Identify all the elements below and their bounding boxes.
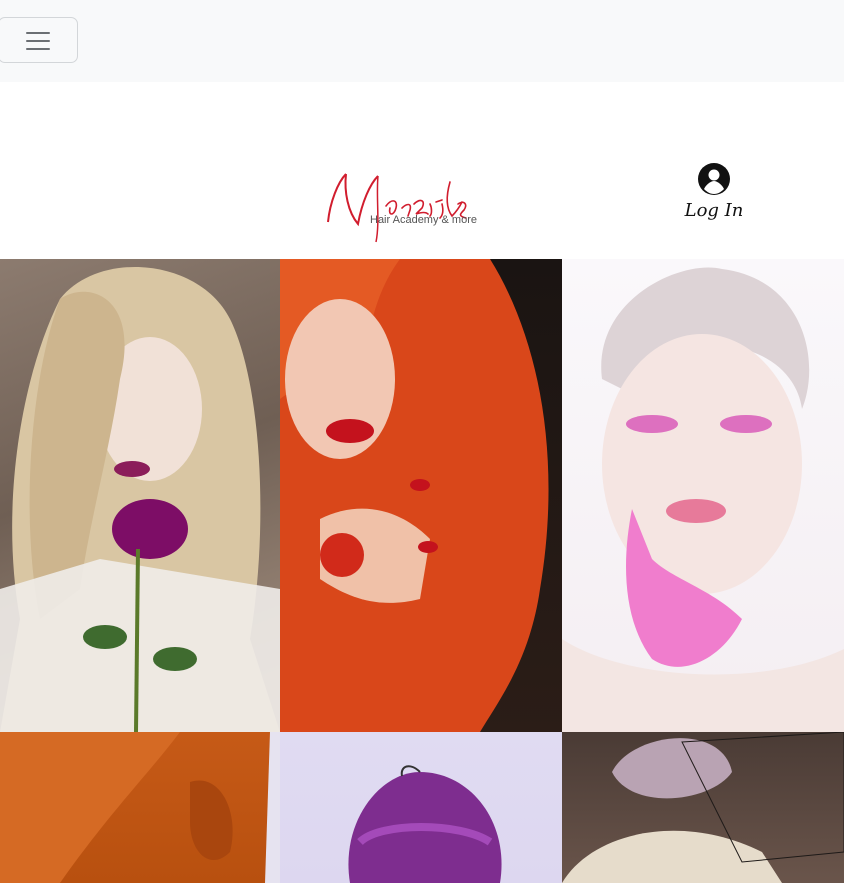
gallery-photo-3[interactable] xyxy=(562,259,844,732)
gallery-photo-5[interactable] xyxy=(280,732,562,883)
top-navbar xyxy=(0,0,844,82)
logo-tagline: Hair Academy & more xyxy=(370,214,477,226)
logo-script-mark xyxy=(327,173,467,243)
hamburger-icon xyxy=(26,31,50,51)
user-circle-icon xyxy=(698,163,730,195)
site-header: Hair Academy & more Log In xyxy=(0,82,844,259)
gallery-photo-4[interactable] xyxy=(0,732,280,883)
gallery-photo-6[interactable] xyxy=(562,732,844,883)
login-label: Log In xyxy=(684,200,744,221)
gallery-photo-1[interactable] xyxy=(0,259,280,732)
photo-gallery xyxy=(0,259,844,883)
gallery-photo-2[interactable] xyxy=(280,259,562,732)
navbar-toggle-button[interactable] xyxy=(0,17,78,63)
login-link[interactable]: Log In xyxy=(676,162,752,222)
site-logo[interactable]: Hair Academy & more xyxy=(318,162,478,248)
